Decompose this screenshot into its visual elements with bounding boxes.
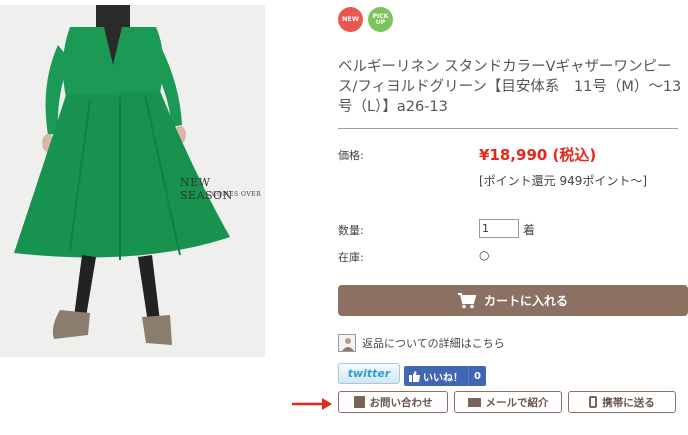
mail-icon — [467, 397, 481, 407]
product-photo: NEW SEASON COMES OVER — [0, 5, 265, 357]
like-part: いいね！ — [404, 366, 468, 386]
quantity-unit: 着 — [523, 223, 536, 237]
red-arrow-icon — [292, 398, 332, 410]
thumbs-up-icon — [409, 370, 420, 382]
product-title: ベルギーリネン スタンドカラーVギャザーワンピース/フィヨルドグリーン【目安体系… — [338, 59, 682, 115]
return-info-text: 返品についての詳細はこちら — [362, 337, 505, 350]
mobile-icon — [589, 396, 598, 408]
stock-label: 在庫: — [338, 251, 364, 264]
twitter-button[interactable]: twitter — [338, 363, 400, 384]
stock-value: ○ — [479, 248, 490, 262]
pickup-badge-bottom: UP — [375, 18, 386, 26]
document-icon — [353, 396, 365, 408]
comes-over-text: COMES OVER — [212, 191, 262, 198]
add-to-cart-button[interactable]: カートに入れる — [338, 285, 688, 316]
cart-icon — [457, 292, 476, 308]
like-count: 0 — [468, 366, 486, 386]
new-season-text: NEW SEASON — [180, 176, 233, 202]
quantity-input[interactable] — [479, 219, 519, 238]
add-to-cart-label: カートに入れる — [483, 294, 568, 308]
send-to-mobile-label: 携帯に送る — [602, 396, 655, 409]
quantity-label: 数量: — [338, 224, 364, 237]
twitter-label: twitter — [347, 367, 391, 380]
price-value: ¥18,990 (税込) — [479, 146, 597, 164]
facebook-like-button[interactable]: いいね！ 0 — [404, 366, 486, 386]
inquiry-label: お問い合わせ — [369, 396, 433, 409]
pickup-badge: PICK UP — [368, 7, 393, 32]
new-badge: NEW — [338, 7, 363, 32]
like-label: いいね！ — [423, 372, 463, 384]
mail-share-label: メールで紹介 — [485, 396, 549, 409]
title-divider — [338, 128, 678, 129]
price-label: 価格: — [338, 149, 364, 162]
return-info-link[interactable]: 返品についての詳細はこちら — [338, 334, 505, 352]
person-icon — [338, 334, 356, 352]
send-to-mobile-button[interactable]: 携帯に送る — [568, 391, 676, 413]
new-badge-label: NEW — [341, 15, 360, 24]
mail-share-button[interactable]: メールで紹介 — [454, 391, 562, 413]
inquiry-button[interactable]: お問い合わせ — [338, 391, 448, 413]
points-text: [ポイント還元 949ポイント～] — [479, 174, 648, 188]
